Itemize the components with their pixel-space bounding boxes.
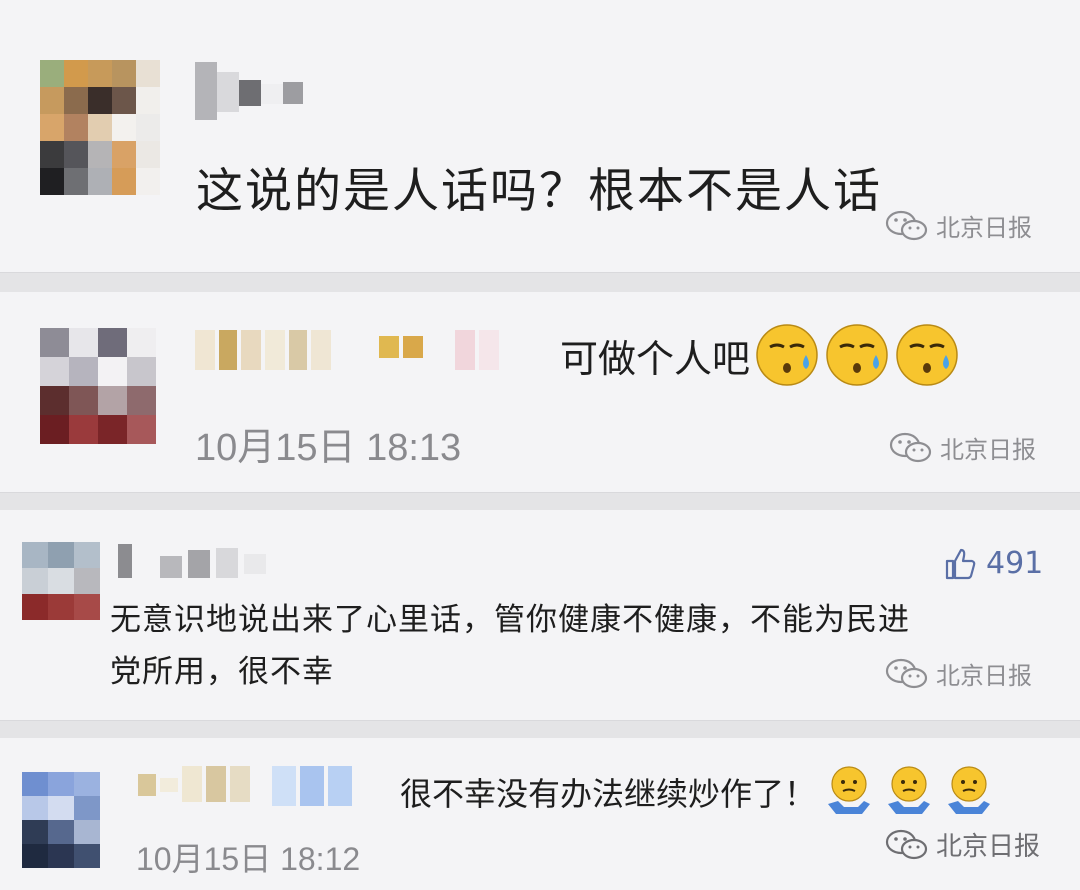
watermark: 北京日报 bbox=[884, 656, 1032, 691]
avatar[interactable] bbox=[40, 60, 160, 195]
comment-card: 这说的是人话吗？根本不是人话 北京日报 bbox=[0, 0, 1080, 272]
watermark-label: 北京日报 bbox=[936, 662, 1032, 690]
wechat-icon bbox=[889, 432, 932, 462]
wechat-icon bbox=[885, 210, 928, 240]
username-blurred[interactable] bbox=[138, 766, 352, 806]
comment-card: 可做个人吧 10月15日 18:13 北京日报 bbox=[0, 292, 1080, 492]
shrug-emoji bbox=[888, 766, 931, 814]
comment-card: 491 无意识地说出来了心里话，管你健康不健康，不能为民进 党所用，很不幸 北京… bbox=[0, 510, 1080, 720]
like-button[interactable]: 491 bbox=[944, 546, 1043, 581]
comment-text: 这说的是人话吗？根本不是人话 bbox=[196, 164, 882, 219]
watermark-label: 北京日报 bbox=[940, 436, 1036, 464]
shrug-emoji bbox=[828, 766, 871, 814]
comment-text: 很不幸没有办法继续炒作了！ bbox=[400, 762, 996, 822]
wechat-icon bbox=[885, 658, 928, 688]
like-count: 491 bbox=[986, 546, 1044, 581]
shrug-emoji bbox=[948, 766, 991, 814]
watermark-label: 北京日报 bbox=[936, 214, 1032, 242]
comment-text-line-2: 党所用，很不幸 bbox=[110, 654, 334, 690]
watermark-label: 北京日报 bbox=[936, 832, 1041, 862]
comment-time: 10月15日 18:13 bbox=[195, 427, 462, 469]
watermark: 北京日报 bbox=[888, 430, 1036, 465]
sweat-face-emoji bbox=[756, 324, 818, 386]
watermark: 北京日报 bbox=[884, 208, 1032, 243]
thumbs-up-icon bbox=[945, 548, 976, 579]
comment-text-line-1: 无意识地说出来了心里话，管你健康不健康，不能为民进 bbox=[110, 602, 910, 638]
watermark: 北京日报 bbox=[884, 826, 1040, 863]
sweat-face-emoji bbox=[896, 324, 958, 386]
comment-text-label: 可做个人吧 bbox=[560, 336, 751, 381]
username-blurred[interactable] bbox=[195, 330, 499, 370]
avatar[interactable] bbox=[22, 772, 100, 868]
username-blurred[interactable] bbox=[118, 544, 266, 578]
comment-text: 可做个人吧 bbox=[560, 322, 960, 388]
sweat-face-emoji bbox=[826, 324, 888, 386]
comment-text-label: 很不幸没有办法继续炒作了！ bbox=[400, 775, 817, 813]
comment-card: 很不幸没有办法继续炒作了！ 10月15日 18:12 北京日报 bbox=[0, 738, 1080, 890]
username-blurred[interactable] bbox=[195, 62, 303, 120]
avatar[interactable] bbox=[22, 542, 100, 620]
comment-time: 10月15日 18:12 bbox=[136, 841, 361, 877]
avatar[interactable] bbox=[40, 328, 156, 444]
wechat-icon bbox=[885, 829, 928, 859]
